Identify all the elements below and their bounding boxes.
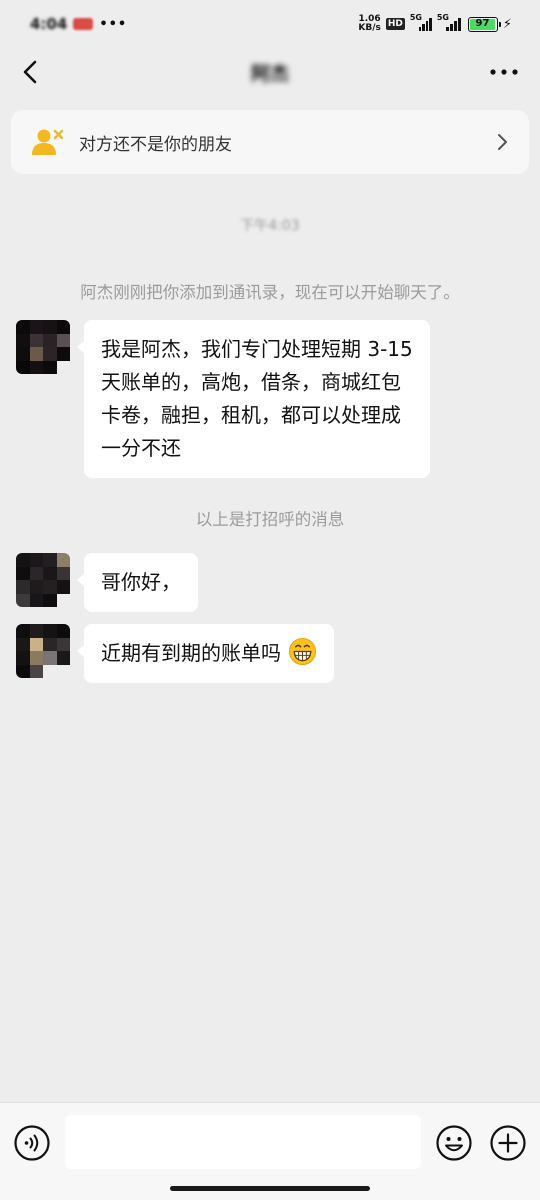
message-row: 哥你好， [16, 553, 198, 612]
user-remove-icon [32, 129, 64, 155]
banner-text: 对方还不是你的朋友 [79, 134, 232, 155]
greeting-hint: 以上是打招呼的消息 [195, 510, 345, 529]
message-line: 一分不还 [101, 436, 181, 460]
signal-label: 5G [409, 13, 422, 22]
network-speed: 1.06 KB/s [358, 15, 380, 33]
plus-button[interactable] [489, 1124, 527, 1162]
message-row: 近期有到期的账单吗 [16, 624, 335, 683]
message-bubble[interactable]: 近期有到期的账单吗 [76, 624, 335, 683]
avatar[interactable] [16, 553, 70, 607]
chat-title: 阿杰 [250, 62, 289, 85]
network-speed-unit: KB/s [358, 23, 381, 33]
signal-icon: 5G [437, 13, 463, 31]
grinning-face-icon [289, 637, 317, 666]
battery-icon: 97 [467, 16, 501, 32]
notification-dots: ••• [99, 16, 128, 32]
avatar[interactable] [16, 624, 70, 678]
charging-icon: ⚡ [502, 16, 512, 32]
hd-badge: HD [385, 18, 405, 30]
avatar[interactable] [16, 320, 70, 374]
system-message: 阿杰刚刚把你添加到通讯录，现在可以开始聊天了。 [80, 283, 460, 302]
signal-label: 5G [436, 13, 449, 22]
home-indicator[interactable] [170, 1186, 370, 1191]
battery-level: 97 [469, 18, 496, 30]
message-line: 天账单的，高炮，借条，商城红包 [101, 370, 401, 394]
message-input[interactable] [65, 1115, 421, 1169]
chevron-right-icon [498, 134, 507, 150]
message-line: 卡卷，融担，租机，都可以处理成 [101, 403, 401, 427]
not-friend-banner[interactable]: 对方还不是你的朋友 [11, 110, 529, 174]
message-bubble[interactable]: 我是阿杰，我们专门处理短期 3-15 天账单的，高炮，借条，商城红包 卡卷，融担… [77, 320, 430, 478]
back-button[interactable] [18, 58, 46, 86]
message-line: 我是阿杰，我们专门处理短期 3-15 [101, 337, 413, 361]
status-bar: 4:04 ••• 1.06 KB/s HD 5G 5G 97 ⚡ [0, 0, 540, 48]
status-time: 4:04 [30, 15, 68, 33]
voice-button[interactable] [13, 1124, 51, 1162]
message-text: 哥你好， [101, 570, 181, 594]
chat-time-label: 下午4:03 [240, 218, 300, 234]
chat-header: 阿杰 [0, 48, 540, 96]
message-bubble[interactable]: 哥你好， [77, 553, 198, 612]
emoji-button[interactable] [435, 1124, 473, 1162]
message-row: 我是阿杰，我们专门处理短期 3-15 天账单的，高炮，借条，商城红包 卡卷，融担… [16, 320, 430, 478]
notification-icon [73, 18, 94, 30]
status-right: 1.06 KB/s HD 5G 5G 97 ⚡ [358, 13, 512, 33]
signal-icon: 5G [410, 13, 432, 31]
status-left: 4:04 ••• [30, 15, 127, 33]
more-button[interactable] [488, 60, 520, 84]
message-text: 近期有到期的账单吗 [101, 641, 281, 665]
